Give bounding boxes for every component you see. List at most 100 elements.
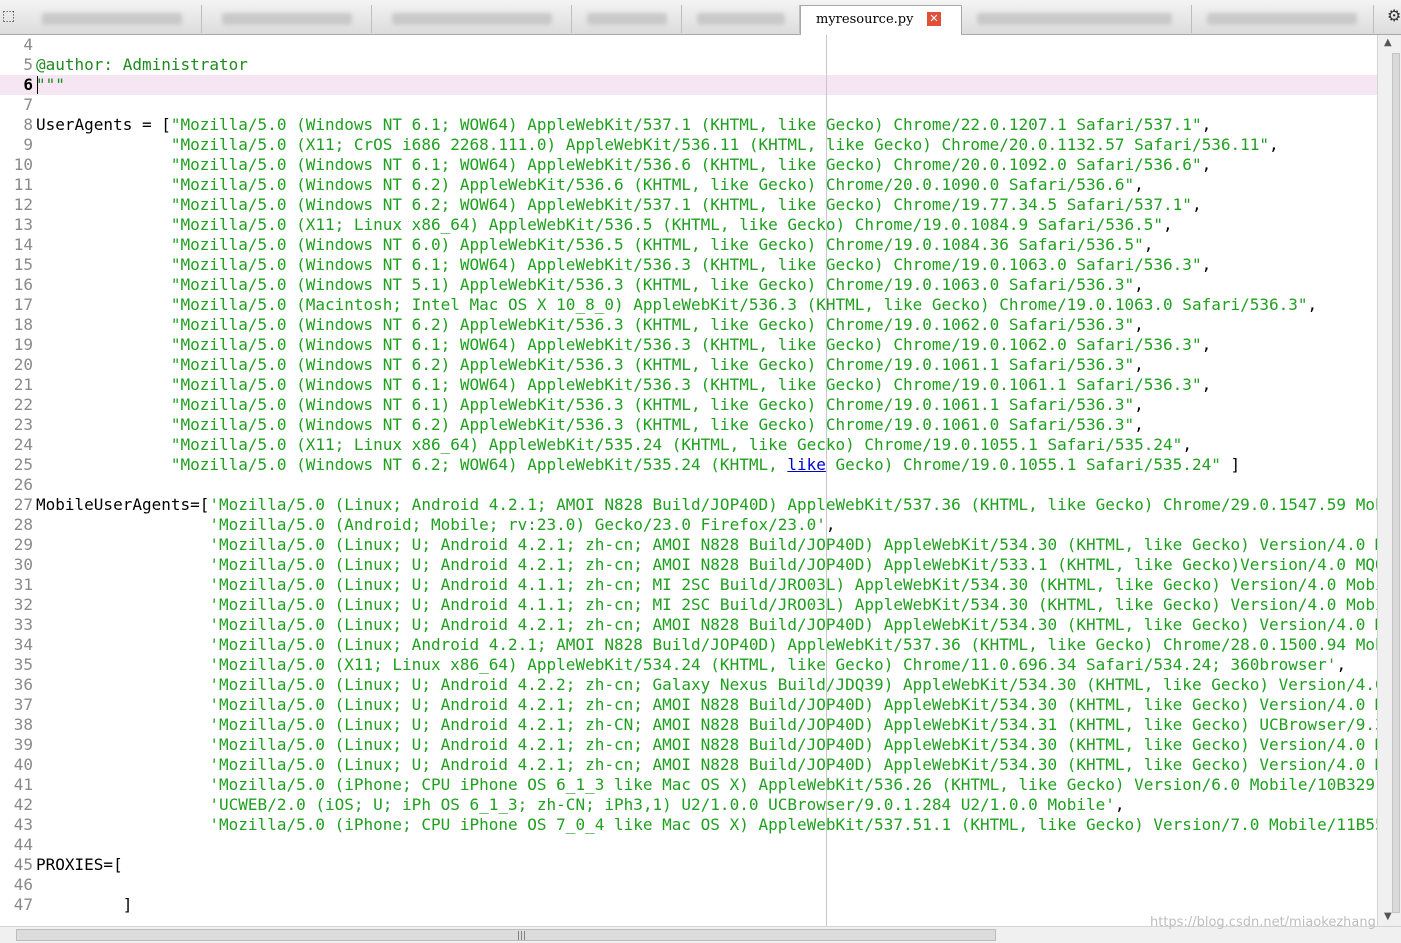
code-token: , [1201,115,1212,134]
code-line[interactable]: 4 [0,35,1377,55]
code-line[interactable]: 12 "Mozilla/5.0 (Windows NT 6.2; WOW64) … [0,195,1377,215]
code-line[interactable]: 13 "Mozilla/5.0 (X11; Linux x86_64) Appl… [0,215,1377,235]
code-line[interactable]: 30 'Mozilla/5.0 (Linux; U; Android 4.2.1… [0,555,1377,575]
gear-icon[interactable]: ⚙ [1387,8,1401,24]
code-line[interactable]: 28 'Mozilla/5.0 (Android; Mobile; rv:23.… [0,515,1377,535]
code-line[interactable]: 35 'Mozilla/5.0 (X11; Linux x86_64) Appl… [0,655,1377,675]
line-number: 29 [13,535,33,554]
code-token: , [1201,155,1212,174]
code-line[interactable]: 19 "Mozilla/5.0 (Windows NT 6.1; WOW64) … [0,335,1377,355]
code-text: 'Mozilla/5.0 (X11; Linux x86_64) AppleWe… [36,655,1346,675]
code-line[interactable]: 6 """ [0,75,1377,95]
code-line[interactable]: 16 "Mozilla/5.0 (Windows NT 5.1) AppleWe… [0,275,1377,295]
code-token: 'Mozilla/5.0 (Linux; Android 4.2.1; AMOI… [209,635,1377,654]
new-tab-icon[interactable]: ⬚ [2,9,15,23]
code-line[interactable]: 10 "Mozilla/5.0 (Windows NT 6.1; WOW64) … [0,155,1377,175]
line-number: 41 [13,775,33,794]
code-line[interactable]: 29 'Mozilla/5.0 (Linux; U; Android 4.2.1… [0,535,1377,555]
code-text: UserAgents = ["Mozilla/5.0 (Windows NT 6… [36,115,1211,135]
code-line[interactable]: 43 'Mozilla/5.0 (iPhone; CPU iPhone OS 7… [0,815,1377,835]
horizontal-scroll-thumb[interactable]: ||| [16,929,996,941]
code-token: "Mozilla/5.0 (Macintosh; Intel Mac OS X … [170,295,1308,314]
close-icon[interactable]: ✕ [927,12,941,26]
code-text: 'Mozilla/5.0 (Android; Mobile; rv:23.0) … [36,515,835,535]
vertical-scroll-thumb[interactable] [1392,53,1400,913]
code-line[interactable]: 38 'Mozilla/5.0 (Linux; U; Android 4.2.1… [0,715,1377,735]
code-text: "Mozilla/5.0 (Macintosh; Intel Mac OS X … [36,295,1317,315]
code-line[interactable]: 34 'Mozilla/5.0 (Linux; Android 4.2.1; A… [0,635,1377,655]
code-text: 'Mozilla/5.0 (Linux; U; Android 4.2.1; z… [36,555,1377,575]
code-text: 'Mozilla/5.0 (iPhone; CPU iPhone OS 6_1_… [36,775,1377,795]
code-line[interactable]: 7 [0,95,1377,115]
code-line[interactable]: 8 UserAgents = ["Mozilla/5.0 (Windows NT … [0,115,1377,135]
line-number: 46 [13,875,33,894]
code-line[interactable]: 20 "Mozilla/5.0 (Windows NT 6.2) AppleWe… [0,355,1377,375]
tab-blurred-5[interactable] [682,5,800,33]
code-line[interactable]: 23 "Mozilla/5.0 (Windows NT 6.2) AppleWe… [0,415,1377,435]
code-line[interactable]: 14 "Mozilla/5.0 (Windows NT 6.0) AppleWe… [0,235,1377,255]
line-number: 40 [13,755,33,774]
code-line[interactable]: 42 'UCWEB/2.0 (iOS; U; iPh OS 6_1_3; zh-… [0,795,1377,815]
tab-blurred-1[interactable] [22,5,202,33]
code-line[interactable]: 44 [0,835,1377,855]
code-line[interactable]: 45 PROXIES=[ [0,855,1377,875]
code-line[interactable]: 26 [0,475,1377,495]
code-line[interactable]: 24 "Mozilla/5.0 (X11; Linux x86_64) Appl… [0,435,1377,455]
code-token: "Mozilla/5.0 (Windows NT 6.2; WOW64) App… [170,455,788,474]
tab-blurred-7[interactable] [1192,5,1374,33]
code-token: "Mozilla/5.0 (Windows NT 6.2; WOW64) App… [170,195,1192,214]
code-line[interactable]: 36 'Mozilla/5.0 (Linux; U; Android 4.2.2… [0,675,1377,695]
code-line[interactable]: 21 "Mozilla/5.0 (Windows NT 6.1; WOW64) … [0,375,1377,395]
code-line[interactable]: 15 "Mozilla/5.0 (Windows NT 6.1; WOW64) … [0,255,1377,275]
code-line[interactable]: 22 "Mozilla/5.0 (Windows NT 6.1) AppleWe… [0,395,1377,415]
code-line[interactable]: 27 MobileUserAgents=['Mozilla/5.0 (Linux;… [0,495,1377,515]
line-number: 14 [13,235,33,254]
code-line[interactable]: 39 'Mozilla/5.0 (Linux; U; Android 4.2.1… [0,735,1377,755]
code-line[interactable]: 37 'Mozilla/5.0 (Linux; U; Android 4.2.1… [0,695,1377,715]
code-token: UserAgents = [ [36,115,171,134]
code-text: "Mozilla/5.0 (Windows NT 6.2) AppleWebKi… [36,315,1144,335]
tab-blurred-2[interactable] [202,5,372,33]
code-line[interactable]: 9 "Mozilla/5.0 (X11; CrOS i686 2268.111.… [0,135,1377,155]
code-editor[interactable]: 4 5 @author: Administrator 6 """ 7 8 UserAgents… [0,35,1377,926]
code-line[interactable]: 18 "Mozilla/5.0 (Windows NT 6.2) AppleWe… [0,315,1377,335]
scroll-down-icon[interactable]: ▼ [1384,911,1392,922]
code-token: , [1163,215,1173,234]
tab-myresource[interactable]: myresource.py ✕ [800,5,962,35]
code-line[interactable]: 32 'Mozilla/5.0 (Linux; U; Android 4.1.1… [0,595,1377,615]
code-text: 'Mozilla/5.0 (Linux; Android 4.2.1; AMOI… [36,635,1377,655]
line-number: 5 [23,55,33,74]
tab-blurred-6[interactable] [962,5,1192,33]
vertical-scrollbar[interactable]: ▲ ▼ [1377,35,1401,926]
code-line[interactable]: 41 'Mozilla/5.0 (iPhone; CPU iPhone OS 6… [0,775,1377,795]
code-line[interactable]: 17 "Mozilla/5.0 (Macintosh; Intel Mac OS… [0,295,1377,315]
line-number: 16 [13,275,33,294]
code-line[interactable]: 40 'Mozilla/5.0 (Linux; U; Android 4.2.1… [0,755,1377,775]
code-token: , [1201,375,1212,394]
code-line[interactable]: 46 [0,875,1377,895]
code-line[interactable]: 5 @author: Administrator [0,55,1377,75]
code-line[interactable]: 33 'Mozilla/5.0 (Linux; U; Android 4.2.1… [0,615,1377,635]
code-line[interactable]: 25 "Mozilla/5.0 (Windows NT 6.2; WOW64) … [0,455,1377,475]
code-line[interactable]: 47 ] [0,895,1377,915]
tab-bar: ⬚ myresource.py ✕ ⚙ [0,0,1401,35]
line-number: 19 [13,335,33,354]
code-text: "Mozilla/5.0 (Windows NT 6.0) AppleWebKi… [36,235,1154,255]
line-number: 23 [13,415,33,434]
code-line[interactable]: 11 "Mozilla/5.0 (Windows NT 6.2) AppleWe… [0,175,1377,195]
code-line[interactable]: 31 'Mozilla/5.0 (Linux; U; Android 4.1.1… [0,575,1377,595]
scroll-up-icon[interactable]: ▲ [1384,37,1392,48]
code-token: "Mozilla/5.0 (Windows NT 6.2) AppleWebKi… [170,175,1135,194]
code-text: "Mozilla/5.0 (Windows NT 6.1) AppleWebKi… [36,395,1144,415]
code-link[interactable]: like [787,455,826,474]
tab-blurred-3[interactable] [372,5,572,33]
tab-blurred-4[interactable] [572,5,682,33]
code-token: MobileUserAgents=[ [36,495,210,514]
